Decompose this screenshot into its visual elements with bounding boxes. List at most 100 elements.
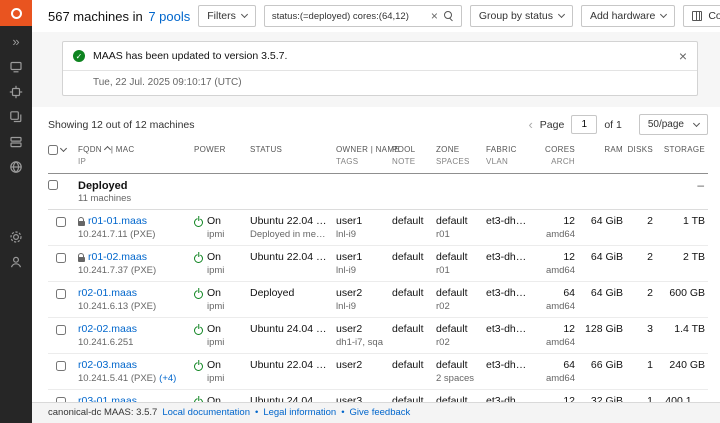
pool-cell: default [392, 251, 436, 265]
maas-logo[interactable] [0, 0, 32, 26]
select-all-checkbox[interactable] [48, 145, 58, 155]
machine-status: Ubuntu 22.04 LTS [250, 359, 335, 372]
power-type: ipmi [207, 229, 225, 241]
filters-dropdown[interactable]: Filters [198, 5, 256, 27]
machine-fqdn-link[interactable]: r02-01.maas [78, 287, 137, 301]
give-feedback-link[interactable]: Give feedback [350, 407, 411, 418]
machine-fqdn-link[interactable]: r02-02.maas [78, 323, 137, 337]
column-header-zone[interactable]: Zone Spaces [436, 144, 486, 169]
owner-cell: user2 dh1-i7, sqa [336, 323, 392, 349]
expand-sidebar-icon[interactable]: » [12, 35, 19, 48]
column-header-owner[interactable]: Owner | Name Tags [336, 144, 400, 169]
controllers-icon[interactable] [9, 135, 23, 149]
row-select-checkbox[interactable] [56, 361, 66, 372]
row-select-checkbox[interactable] [56, 325, 66, 336]
power-type: ipmi [207, 337, 225, 349]
sidebar: » [0, 0, 32, 423]
group-by-dropdown[interactable]: Group by status [469, 5, 573, 27]
machine-zone: default [436, 287, 468, 300]
machine-arch: amd64 [545, 373, 575, 384]
devices-icon[interactable] [9, 85, 23, 99]
power-cell: On ipmi [194, 287, 250, 313]
group-name: Deployed [78, 179, 128, 192]
per-page-select[interactable]: 50/page [638, 114, 708, 135]
group-header-row: Deployed 11 machines – [48, 174, 708, 211]
app-footer: canonical-dc MAAS: 3.5.7 Local documenta… [32, 402, 720, 423]
power-state: On [207, 359, 222, 372]
machine-ip: 10.241.6.13 (PXE) [78, 301, 157, 313]
machine-owner: user2 [336, 359, 363, 372]
group-machine-count: 11 machines [78, 193, 132, 205]
row-select-checkbox[interactable] [56, 217, 66, 228]
machine-status: Ubuntu 24.04 LTS [250, 323, 335, 336]
page-title: 567 machines in 7 pools [48, 9, 190, 24]
machine-pool: default [392, 323, 424, 336]
machine-fqdn-link[interactable]: r01-02.maas [88, 251, 147, 265]
page-number-input[interactable] [571, 115, 598, 134]
select-options-chevron-icon[interactable] [59, 144, 68, 153]
owner-cell: user1 lnl-i9 [336, 251, 392, 277]
table-row: r02-02.maas 10.241.6.251 On ipmi Ubuntu … [48, 318, 708, 355]
user-icon[interactable] [9, 255, 23, 269]
search-icon[interactable] [443, 11, 454, 21]
row-select-checkbox[interactable] [56, 253, 66, 264]
machine-fqdn-link[interactable]: r02-03.maas [78, 359, 137, 373]
more-ips-link[interactable]: (+4) [159, 373, 176, 384]
lock-icon [78, 216, 85, 226]
column-header-power[interactable]: Power [194, 144, 250, 156]
machine-pool: default [392, 287, 424, 300]
machine-count: 567 machines [48, 8, 129, 24]
machine-ip: 10.241.6.251 [78, 337, 134, 349]
group-select-checkbox[interactable] [48, 179, 58, 190]
kvm-icon[interactable] [9, 110, 23, 124]
search-input[interactable] [271, 10, 425, 22]
notification-area: ✓ MAAS has been updated to version 3.5.7… [32, 32, 720, 107]
table-row: r01-01.maas 10.241.7.11 (PXE) On ipmi Ub… [48, 210, 708, 247]
table-header-row: FQDN | MAC IP Power Status Owner | Name T… [48, 141, 708, 174]
machine-cores: 12 [563, 215, 575, 228]
fqdn-cell: r01-01.maas 10.241.7.11 (PXE) [78, 215, 194, 241]
machine-fqdn-link[interactable]: r01-01.maas [88, 215, 147, 229]
add-hardware-dropdown[interactable]: Add hardware [580, 5, 676, 27]
status-cell: Ubuntu 22.04 LTS Deployed in memory [250, 215, 336, 241]
collapse-group-button[interactable]: – [697, 178, 708, 192]
column-header-cores[interactable]: Cores Arch [534, 144, 578, 169]
machine-owner: user2 [336, 287, 363, 300]
column-header-status[interactable]: Status [250, 144, 336, 156]
column-header-fqdn[interactable]: FQDN | MAC IP [78, 144, 194, 169]
power-cell: On ipmi [194, 359, 250, 385]
pager: ‹ Page of 1 50/page [528, 114, 708, 135]
notification-timestamp: Tue, 22 Jul. 2025 09:10:17 (UTC) [63, 70, 697, 95]
chevron-down-icon [240, 10, 248, 19]
power-on-icon [194, 253, 203, 263]
prev-page-icon[interactable]: ‹ [528, 118, 532, 131]
column-header-ram[interactable]: RAM [578, 144, 626, 156]
local-documentation-link[interactable]: Local documentation [162, 407, 250, 418]
fqdn-cell: r01-02.maas 10.241.7.37 (PXE) [78, 251, 194, 277]
row-select-cell [48, 287, 78, 300]
close-notification-icon[interactable]: × [679, 49, 687, 63]
fabric-cell: et3-dh1… [486, 359, 534, 373]
machine-arch: amd64 [545, 229, 575, 241]
column-header-pool[interactable]: Pool Note [392, 144, 436, 169]
row-select-cell [48, 323, 78, 336]
columns-icon [692, 11, 703, 21]
legal-information-link[interactable]: Legal information [263, 407, 336, 418]
cores-cell: 64 amd64 [534, 359, 578, 385]
group-by-label: Group by status [478, 10, 553, 22]
column-header-disks[interactable]: Disks [626, 144, 656, 156]
columns-button[interactable]: Columns [683, 5, 720, 27]
pools-link[interactable]: 7 pools [148, 9, 190, 24]
machine-owner: user1 [336, 251, 363, 264]
row-select-cell [48, 359, 78, 372]
success-check-icon: ✓ [73, 50, 85, 62]
row-select-checkbox[interactable] [56, 289, 66, 300]
column-header-fabric[interactable]: Fabric VLAN [486, 144, 534, 169]
machine-disks: 2 [647, 251, 653, 264]
machines-icon[interactable] [9, 60, 23, 74]
column-header-storage[interactable]: Storage [656, 144, 708, 156]
subnets-icon[interactable] [9, 160, 23, 174]
settings-icon[interactable] [9, 230, 23, 244]
cores-cell: 12 amd64 [534, 215, 578, 241]
clear-search-icon[interactable]: × [431, 10, 438, 22]
